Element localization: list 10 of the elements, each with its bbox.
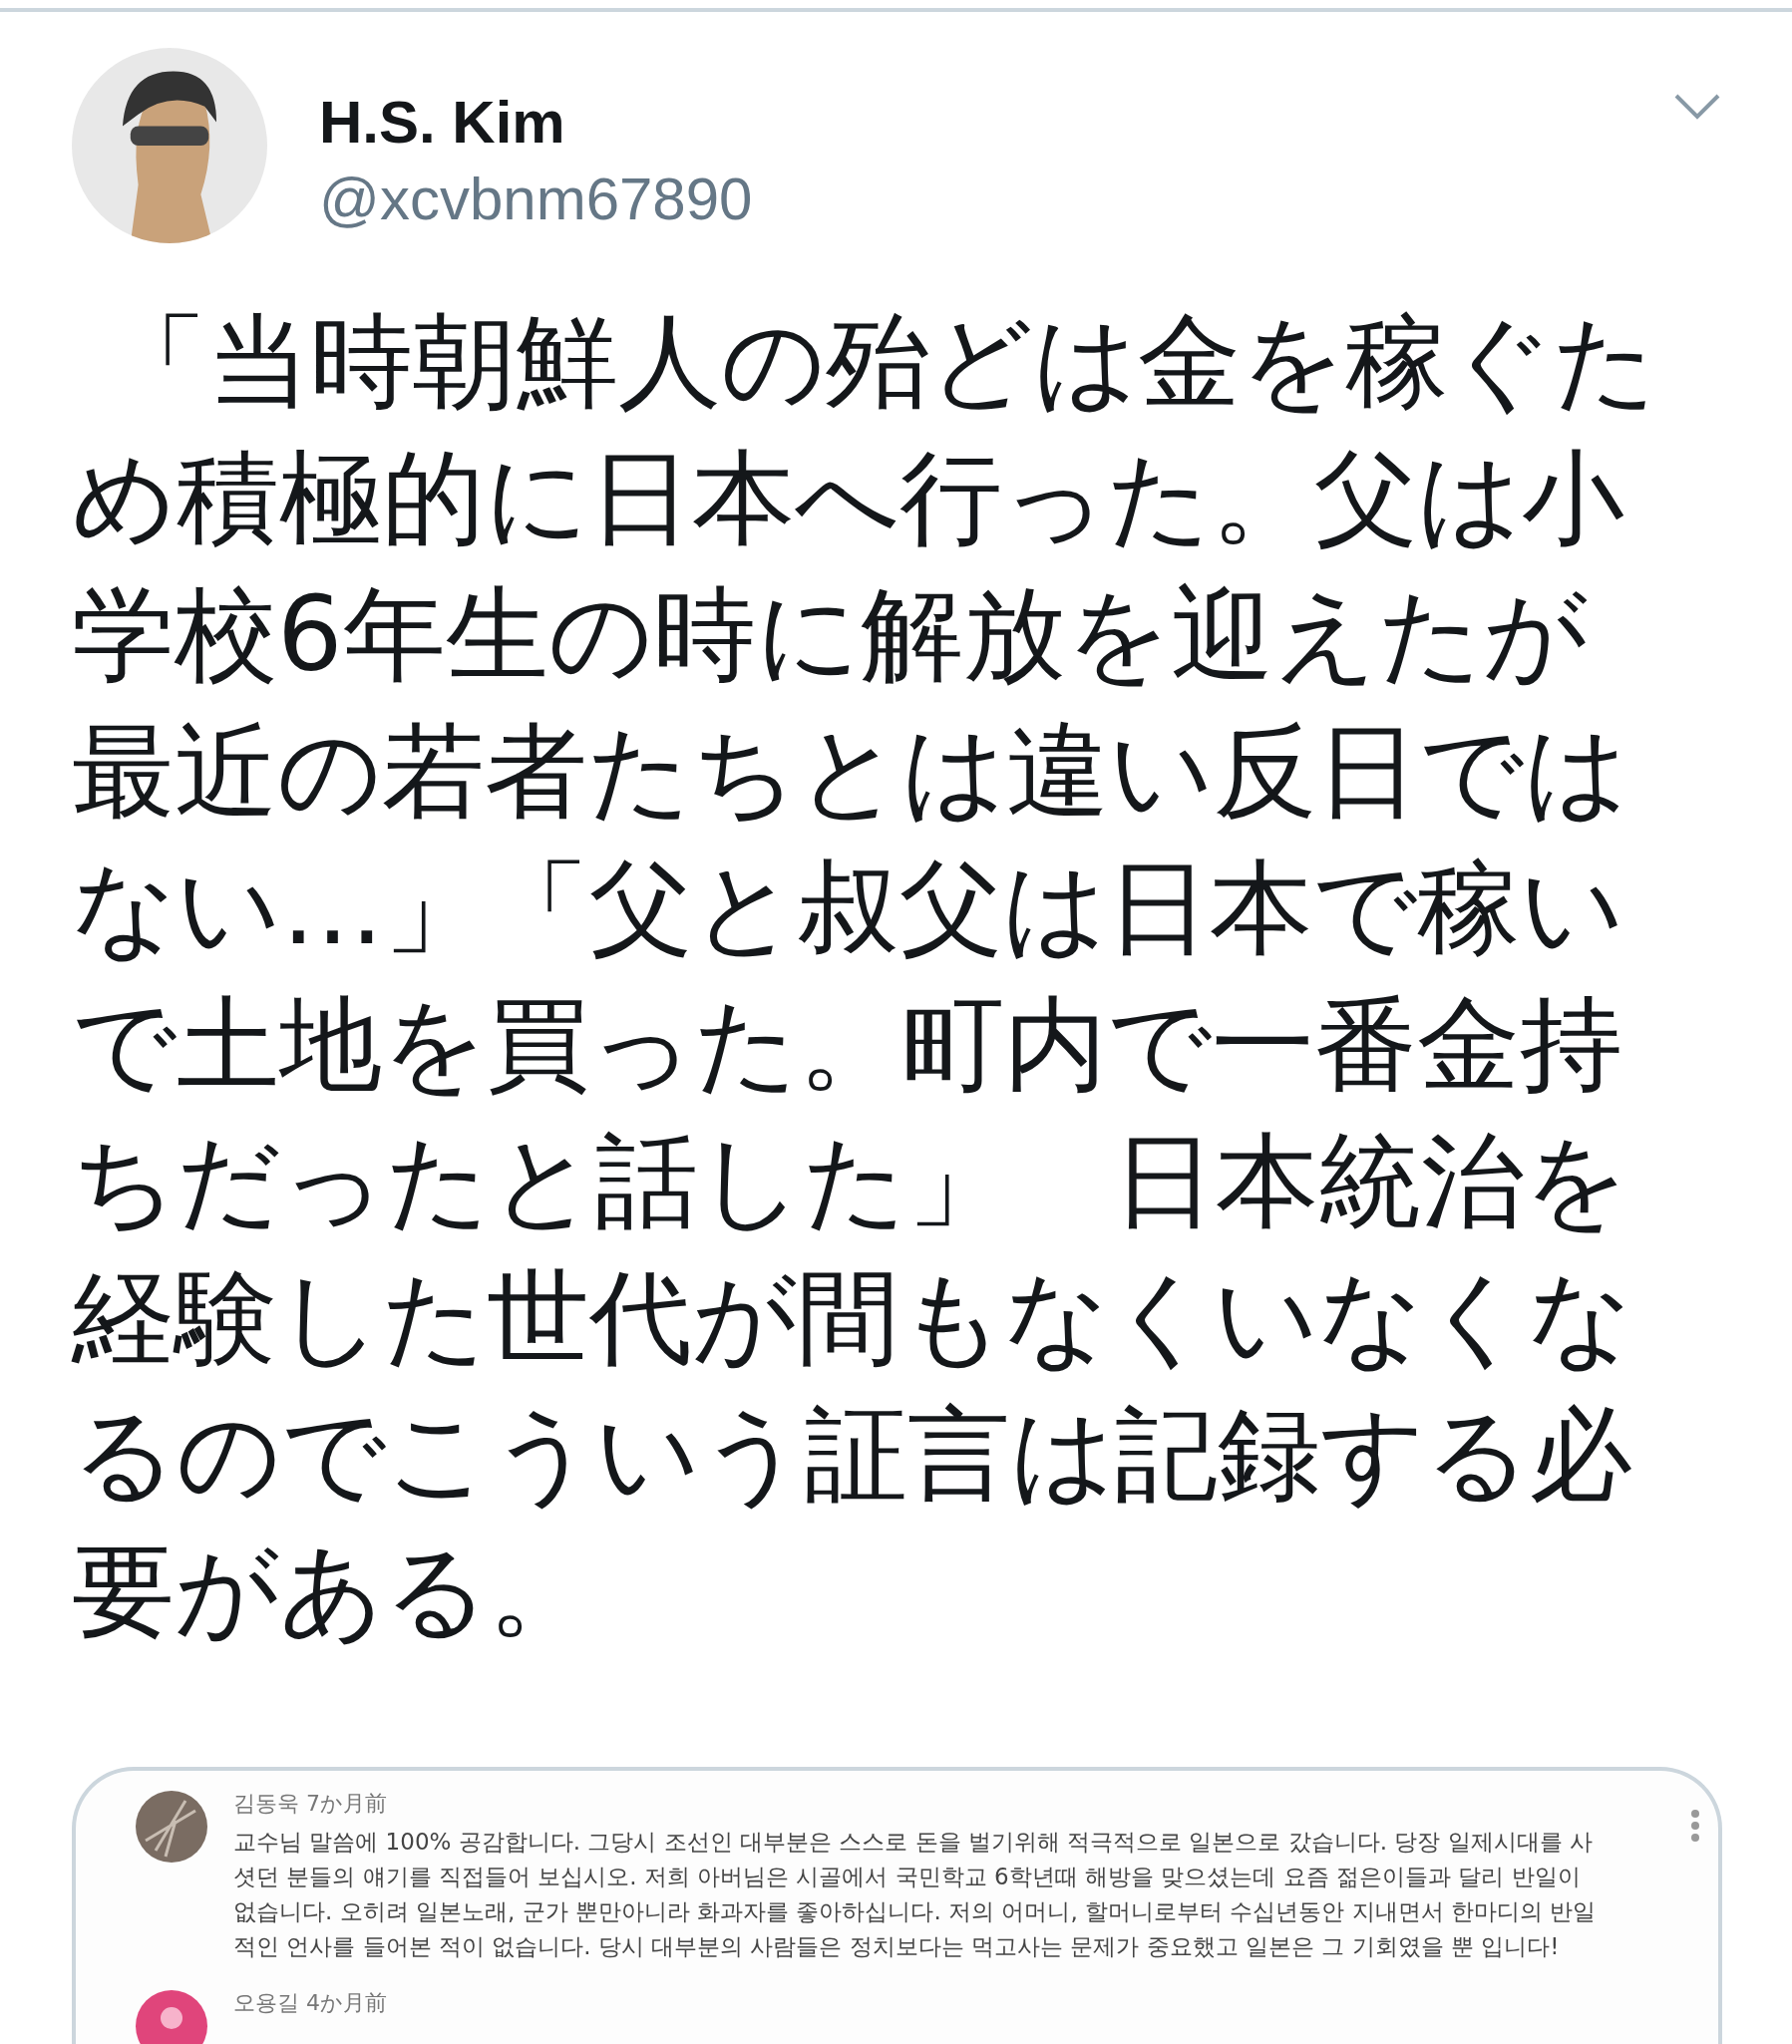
comment-text: 교수님 말씀에 100% 공감합니다. 그당시 조선인 대부분은 스스로 돈을 벌기위해 적극적으로 일본으로 갔습니다. 당장 일제시대를 사셧던 분들의 얘기를 직접들어 보십시오. 저희 아버님은 시골에서 국민학교 6학년때 해방을 맞으셨는데 요즘 젊은이들과 달리 반일이 없습니다. 오히려 일본노래, 군가 뿐만아니라 화과자를 좋아하십니다. 저의 어머니, 할머니로부터 수십년동안 지내면서 한마디의 반일적인 언사를 들어본 적이 없습니다. 당시 대부분의 사람들은 정치보다는 먹고사는 문제가 중요했고 일본은 그 기회였을 뿐 입니다! xyxy=(233,1828,1598,1961)
comment-meta: 김동욱 7か月前 xyxy=(233,1790,387,1818)
more-options-icon[interactable] xyxy=(1690,1809,1700,1843)
tweet-text: 「当時朝鮮人の殆どは金を稼ぐため積極的に日本へ行った。父は小学校6年生の時に解放を迎えたが最近の若者たちとは違い反日ではない…」「父と叔父は日本で稼いで土地を買った。町内で一番金持ちだったと話した」 日本統治を経験した世代が間もなくいなくなるのでこういう証言は記録する必要がある。 xyxy=(72,300,1658,1652)
chevron-down-icon[interactable] xyxy=(1672,92,1722,122)
comment-meta: 오용길 4か月前 xyxy=(233,1989,387,2017)
author-handle[interactable]: @xcvbnm67890 xyxy=(319,165,753,233)
author-name[interactable]: H.S. Kim xyxy=(319,88,565,157)
commenter-avatar-icon xyxy=(136,1791,207,1863)
commenter-avatar-icon xyxy=(136,1990,207,2044)
